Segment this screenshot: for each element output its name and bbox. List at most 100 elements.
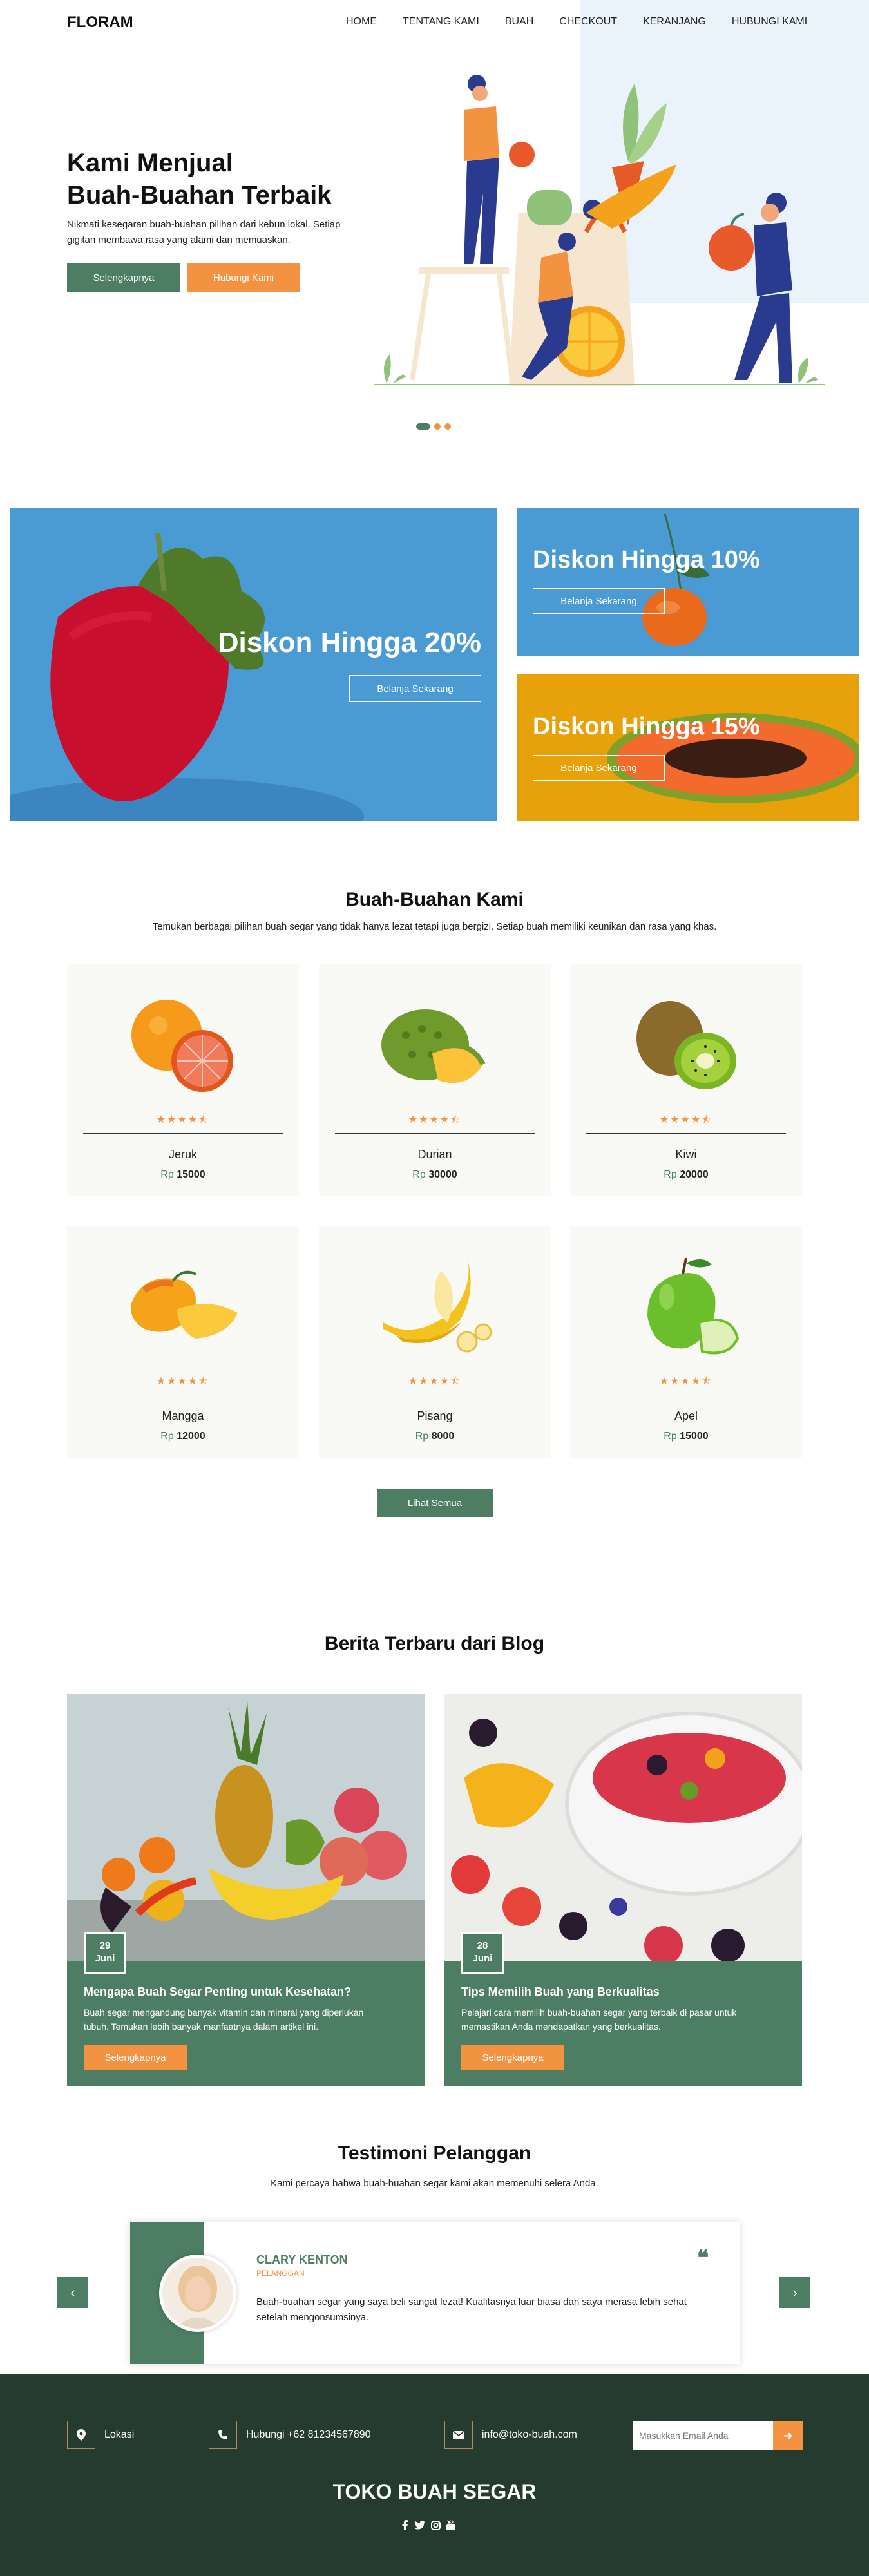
hero-description: Nikmati kesegaran buah-buahan pilihan da… xyxy=(67,217,340,248)
blog-post-title[interactable]: Mengapa Buah Segar Penting untuk Kesehat… xyxy=(84,1985,351,1999)
nav-keranjang[interactable]: KERANJANG xyxy=(643,16,706,28)
product-name: Pisang xyxy=(417,1409,453,1422)
product-name: Kiwi xyxy=(675,1148,697,1161)
nav-checkout[interactable]: CHECKOUT xyxy=(559,16,617,28)
promo-papaya[interactable]: Diskon Hingga 15% Belanja Sekarang xyxy=(517,674,859,821)
excerpt-line: tubuh. Temukan lebih banyak manfaatnya d… xyxy=(84,2021,318,2032)
card-divider xyxy=(586,1133,786,1134)
blog-date-badge: 29 Juni xyxy=(84,1932,126,1974)
product-card-durian[interactable]: ★★★★⯪ Durian Rp 30000 xyxy=(319,964,551,1196)
footer-email-text: info@toko-buah.com xyxy=(482,2429,577,2440)
twitter-icon[interactable] xyxy=(414,2521,425,2530)
slider-dot[interactable] xyxy=(444,423,451,430)
testimonial-card: CLARY KENTON PELANGGAN ❝ Buah-buahan seg… xyxy=(130,2222,740,2364)
arrow-right-icon: ➜ xyxy=(783,2428,793,2442)
product-card-jeruk[interactable]: ★★★★⯪ Jeruk Rp 15000 xyxy=(67,964,299,1196)
orange-icon xyxy=(131,1000,233,1092)
currency: Rp xyxy=(664,1169,677,1180)
product-price: Rp 15000 xyxy=(570,1431,802,1442)
blog-date-day: 28 xyxy=(477,1940,488,1951)
blog-read-more-button[interactable]: Selengkapnya xyxy=(461,2045,564,2070)
footer-email[interactable]: info@toko-buah.com xyxy=(444,2421,577,2449)
testimonial-next-button[interactable]: › xyxy=(779,2277,810,2308)
phone-icon xyxy=(209,2421,237,2449)
blog-post-1[interactable]: 29 Juni Mengapa Buah Segar Penting untuk… xyxy=(67,1694,425,2086)
currency: Rp xyxy=(415,1431,429,1442)
currency: Rp xyxy=(160,1169,174,1180)
product-price: Rp 8000 xyxy=(319,1431,551,1442)
blog-post-title[interactable]: Tips Memilih Buah yang Berkualitas xyxy=(461,1985,660,1999)
product-name: Jeruk xyxy=(168,1148,197,1161)
footer-location[interactable]: Lokasi xyxy=(67,2421,134,2449)
price-value: 15000 xyxy=(680,1431,709,1442)
footer-brand: TOKO BUAH SEGAR xyxy=(332,2480,537,2503)
kiwi-icon xyxy=(636,1001,736,1089)
product-card-pisang[interactable]: ★★★★⯪ Pisang Rp 8000 xyxy=(319,1226,551,1458)
hero-title-line2: Buah-Buahan Terbaik xyxy=(67,181,332,209)
blog-post-2[interactable]: 28 Juni Tips Memilih Buah yang Berkualit… xyxy=(444,1694,802,2086)
papaya-image xyxy=(607,713,859,803)
instagram-icon[interactable] xyxy=(431,2520,441,2530)
map-pin-icon xyxy=(67,2421,95,2449)
facebook-icon[interactable] xyxy=(402,2520,408,2530)
card-divider xyxy=(335,1133,535,1134)
promo-shop-button-10[interactable]: Belanja Sekarang xyxy=(533,588,665,614)
product-card-apel[interactable]: ★★★★⯪ Apel Rp 15000 xyxy=(570,1226,802,1458)
product-card-mangga[interactable]: ★★★★⯪ Mangga Rp 12000 xyxy=(67,1226,299,1458)
testimonial-prev-button[interactable]: ‹ xyxy=(57,2277,88,2308)
quote-icon: ❝ xyxy=(697,2246,709,2271)
hero-title-line1: Kami Menjual xyxy=(67,149,233,177)
hero-slider-dots xyxy=(416,423,451,430)
promo-strawberry[interactable]: Diskon Hingga 20% Belanja Sekarang xyxy=(10,508,497,821)
price-value: 15000 xyxy=(177,1169,205,1180)
testimonial-role: PELANGGAN xyxy=(256,2269,305,2278)
blog-post-excerpt: Pelajari cara memilih buah-buahan segar … xyxy=(461,2005,736,2034)
promo-title-20: Diskon Hingga 20% xyxy=(218,627,481,658)
promo-orange[interactable]: Diskon Hingga 10% Belanja Sekarang xyxy=(517,508,859,656)
promo-title-10: Diskon Hingga 10% xyxy=(533,546,760,573)
footer-location-text: Lokasi xyxy=(104,2429,135,2440)
hero-illustration xyxy=(374,75,825,386)
newsletter-submit-button[interactable]: ➜ xyxy=(773,2421,803,2450)
testimonial-text: Buah-buahan segar yang saya beli sangat … xyxy=(256,2295,687,2325)
blog-title: Berita Terbaru dari Blog xyxy=(324,1633,545,1654)
hero-contact-button[interactable]: Hubungi Kami xyxy=(187,263,300,292)
brand-logo[interactable]: FLORAM xyxy=(67,14,133,32)
promo-shop-button-15[interactable]: Belanja Sekarang xyxy=(533,755,665,781)
excerpt-line: Buah segar mengandung banyak vitamin dan… xyxy=(84,2007,364,2018)
newsletter-email-input[interactable] xyxy=(633,2421,773,2450)
hero-desc-line2: gigitan membawa rasa yang alami dan memu… xyxy=(67,234,291,245)
chevron-right-icon: › xyxy=(792,2284,797,2300)
product-card-kiwi[interactable]: ★★★★⯪ Kiwi Rp 20000 xyxy=(570,964,802,1196)
nav-home[interactable]: HOME xyxy=(346,16,377,28)
youtube-icon[interactable] xyxy=(446,2520,455,2530)
product-name: Apel xyxy=(674,1409,698,1422)
footer-phone[interactable]: Hubungi +62 81234567890 xyxy=(209,2421,371,2449)
view-all-button[interactable]: Lihat Semua xyxy=(377,1489,493,1517)
card-divider xyxy=(83,1133,283,1134)
rating-stars: ★★★★⯪ xyxy=(156,1376,210,1387)
avatar-image xyxy=(162,2258,233,2329)
nav-buah[interactable]: BUAH xyxy=(505,16,533,28)
apple-icon xyxy=(647,1257,740,1355)
nav-tentang-kami[interactable]: TENTANG KAMI xyxy=(403,16,479,28)
blog-date-month: Juni xyxy=(472,1953,493,1964)
currency: Rp xyxy=(664,1431,677,1442)
social-links xyxy=(402,2520,455,2530)
strawberry-image xyxy=(10,533,364,821)
rating-stars: ★★★★⯪ xyxy=(408,1114,462,1125)
price-value: 12000 xyxy=(177,1431,205,1442)
nav-hubungi-kami[interactable]: HUBUNGI KAMI xyxy=(732,16,807,28)
slider-dot[interactable] xyxy=(434,423,441,430)
slider-dot-active[interactable] xyxy=(416,423,430,430)
promo-shop-button-20[interactable]: Belanja Sekarang xyxy=(349,675,481,702)
testimonial-text-line: Buah-buahan segar yang saya beli sangat … xyxy=(256,2296,687,2307)
mango-icon xyxy=(131,1270,238,1339)
blog-date-month: Juni xyxy=(95,1953,115,1964)
chevron-left-icon: ‹ xyxy=(70,2284,75,2300)
hero-more-button[interactable]: Selengkapnya xyxy=(67,263,180,292)
currency: Rp xyxy=(160,1431,174,1442)
rating-stars: ★★★★⯪ xyxy=(156,1114,210,1125)
blog-read-more-button[interactable]: Selengkapnya xyxy=(84,2045,187,2070)
hero-title: Kami Menjual Buah-Buahan Terbaik xyxy=(67,147,331,211)
